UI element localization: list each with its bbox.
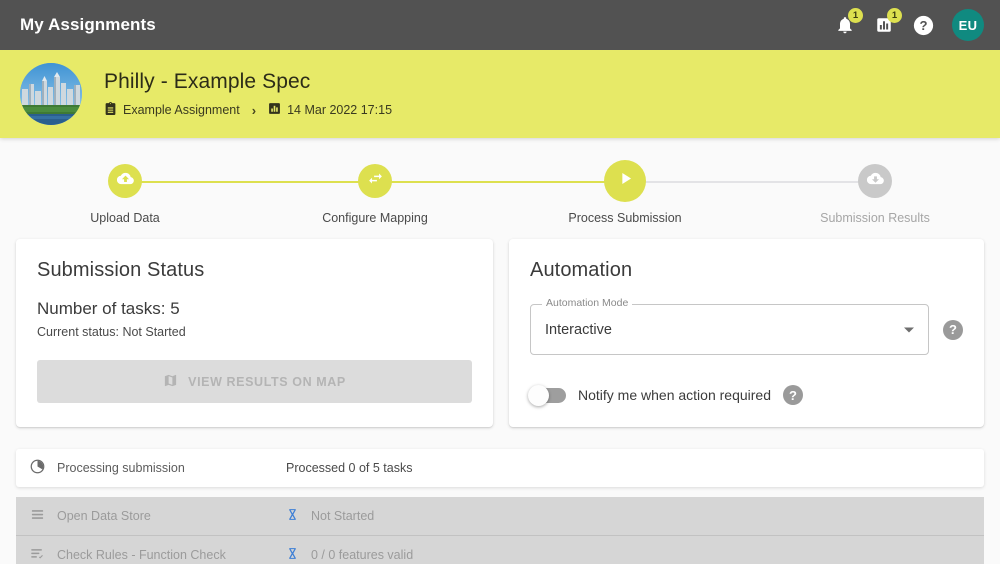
- reports-badge: 1: [887, 8, 902, 23]
- task-row[interactable]: Check Rules - Function Check 0 / 0 featu…: [16, 536, 984, 564]
- step-configure-mapping-label: Configure Mapping: [322, 211, 428, 225]
- step-upload-data-dot[interactable]: [108, 164, 142, 198]
- list-icon: [30, 507, 45, 525]
- automation-mode-help-icon[interactable]: ?: [943, 320, 963, 340]
- breadcrumb: Example Assignment › 14 Mar 2022 17:15: [104, 102, 392, 118]
- notify-label: Notify me when action required: [578, 387, 771, 403]
- submission-status-title: Submission Status: [37, 259, 472, 282]
- cloud-download-icon: [867, 170, 884, 192]
- step-submission-results: Submission Results: [750, 164, 1000, 225]
- clipboard-icon: [104, 102, 117, 118]
- play-icon: [616, 169, 635, 193]
- automation-title: Automation: [530, 259, 963, 282]
- breadcrumb-assignment[interactable]: Example Assignment: [104, 102, 240, 118]
- bar-chart-icon: [268, 102, 281, 118]
- svg-text:?: ?: [919, 17, 927, 32]
- step-connector: [250, 181, 375, 183]
- step-process-submission[interactable]: Process Submission: [500, 164, 750, 225]
- assignment-banner: Philly - Example Spec Example Assignment…: [0, 50, 1000, 138]
- step-submission-results-dot: [858, 164, 892, 198]
- page-title: My Assignments: [20, 15, 156, 35]
- processing-submission-label: Processing submission: [57, 461, 185, 475]
- map-icon: [163, 373, 178, 391]
- top-app-bar: My Assignments 1 1: [0, 0, 1000, 50]
- cloud-upload-icon: [117, 170, 134, 192]
- task-name-cell: Open Data Store: [30, 507, 286, 525]
- philadelphia-skyline-image: [20, 63, 82, 125]
- step-upload-data-label: Upload Data: [90, 211, 160, 225]
- view-results-on-map-label: VIEW RESULTS ON MAP: [188, 375, 346, 389]
- step-connector: [375, 181, 500, 183]
- help-button[interactable]: ?: [910, 12, 936, 38]
- notifications-button[interactable]: 1: [832, 12, 858, 38]
- automation-mode-value: Interactive: [545, 322, 612, 338]
- swap-arrows-icon: [367, 170, 384, 192]
- task-name-label: Open Data Store: [57, 509, 151, 523]
- task-row[interactable]: Open Data Store Not Started: [16, 497, 984, 536]
- hourglass-icon: [286, 507, 299, 525]
- automation-mode-label: Automation Mode: [542, 298, 632, 309]
- cards-row: Submission Status Number of tasks: 5 Cur…: [0, 235, 1000, 427]
- notifications-badge: 1: [848, 8, 863, 23]
- task-status-cell: 0 / 0 features valid: [286, 546, 413, 564]
- breadcrumb-assignment-label: Example Assignment: [123, 103, 240, 117]
- processing-submission-name-cell: Processing submission: [30, 459, 286, 477]
- automation-mode-row: Automation Mode Interactive ?: [530, 304, 963, 355]
- task-status-cell: Not Started: [286, 507, 374, 525]
- chevron-down-icon: [904, 327, 914, 332]
- chevron-right-icon: ›: [252, 103, 256, 118]
- current-status: Current status: Not Started: [37, 325, 472, 339]
- hourglass-icon: [286, 546, 299, 564]
- automation-card: Automation Automation Mode Interactive ?…: [509, 239, 984, 427]
- notify-toggle[interactable]: [530, 388, 566, 403]
- submission-stepper: Upload Data Configure Mapping Process Su…: [0, 138, 1000, 235]
- help-icon: ?: [913, 15, 934, 36]
- spec-title: Philly - Example Spec: [104, 70, 392, 94]
- step-configure-mapping[interactable]: Configure Mapping: [250, 164, 500, 225]
- automation-mode-select[interactable]: Automation Mode Interactive: [530, 304, 929, 355]
- view-results-on-map-button[interactable]: VIEW RESULTS ON MAP: [37, 360, 472, 403]
- task-name-label: Check Rules - Function Check: [57, 548, 226, 562]
- breadcrumb-date[interactable]: 14 Mar 2022 17:15: [268, 102, 392, 118]
- banner-text: Philly - Example Spec Example Assignment…: [104, 70, 392, 118]
- number-of-tasks: Number of tasks: 5: [37, 299, 472, 319]
- notify-row: Notify me when action required ?: [530, 385, 963, 405]
- task-status-label: Not Started: [311, 509, 374, 523]
- step-configure-mapping-dot[interactable]: [358, 164, 392, 198]
- step-submission-results-label: Submission Results: [820, 211, 930, 225]
- notify-help-icon[interactable]: ?: [783, 385, 803, 405]
- avatar: [20, 63, 82, 125]
- breadcrumb-date-label: 14 Mar 2022 17:15: [287, 103, 392, 117]
- submission-status-card: Submission Status Number of tasks: 5 Cur…: [16, 239, 493, 427]
- list-check-icon: [30, 546, 45, 564]
- step-connector: [125, 181, 250, 183]
- progress-pie-icon: [30, 459, 45, 477]
- task-name-cell: Check Rules - Function Check: [30, 546, 286, 564]
- task-status-label: 0 / 0 features valid: [311, 548, 413, 562]
- toggle-knob: [528, 385, 549, 406]
- step-upload-data[interactable]: Upload Data: [0, 164, 250, 225]
- step-process-submission-label: Process Submission: [568, 211, 681, 225]
- step-connector: [750, 181, 875, 183]
- processing-submission-detail: Processed 0 of 5 tasks: [286, 461, 412, 475]
- user-avatar[interactable]: EU: [952, 9, 984, 41]
- top-bar-actions: 1 1 ? EU: [832, 9, 984, 41]
- task-list: Open Data Store Not Started Check Rules …: [16, 497, 984, 564]
- processing-submission-bar: Processing submission Processed 0 of 5 t…: [16, 449, 984, 487]
- step-process-submission-dot[interactable]: [604, 160, 646, 202]
- reports-button[interactable]: 1: [871, 12, 897, 38]
